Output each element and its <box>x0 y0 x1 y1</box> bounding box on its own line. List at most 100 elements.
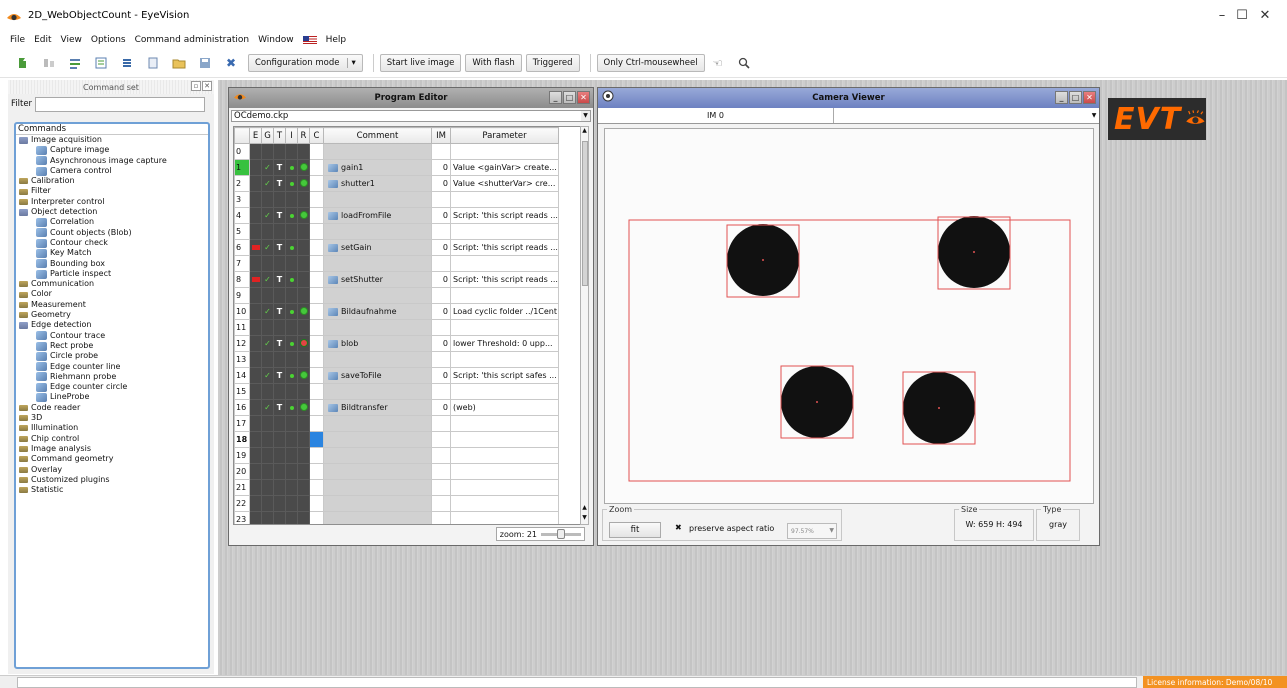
cell-parameter[interactable]: (web) <box>450 399 559 416</box>
table-row[interactable]: 9 <box>234 287 559 304</box>
cell-c[interactable] <box>309 447 324 464</box>
cell-comment[interactable] <box>323 447 432 464</box>
tree-node[interactable]: Calibration <box>16 176 208 186</box>
cell-comment[interactable]: gain1 <box>323 159 432 176</box>
table-row[interactable]: 11 <box>234 319 559 336</box>
cell-im[interactable] <box>431 191 451 208</box>
cell-t[interactable] <box>273 223 286 240</box>
menu-window[interactable]: Window <box>258 35 294 45</box>
cell-c[interactable] <box>309 335 324 352</box>
cell-r[interactable] <box>297 191 310 208</box>
cell-im[interactable] <box>431 495 451 512</box>
tree-root[interactable]: Commands <box>16 124 208 135</box>
tree-node[interactable]: Rect probe <box>16 341 208 351</box>
table-row[interactable]: 7 <box>234 255 559 272</box>
cell-t[interactable]: T <box>273 159 286 176</box>
table-row[interactable]: 23 <box>234 511 559 524</box>
cell-i[interactable] <box>285 367 298 384</box>
cell-r[interactable] <box>297 351 310 368</box>
col-header-g[interactable]: G <box>261 127 274 144</box>
cell-c[interactable] <box>309 399 324 416</box>
cell-comment[interactable]: shutter1 <box>323 175 432 192</box>
cell-parameter[interactable]: Value <shutterVar> cre... <box>450 175 559 192</box>
col-header-e[interactable]: E <box>249 127 262 144</box>
table-row[interactable]: 18 <box>234 431 559 448</box>
cell-comment[interactable] <box>323 479 432 496</box>
tree-node[interactable]: Statistic <box>16 485 208 495</box>
cell-i[interactable] <box>285 383 298 400</box>
tree-node[interactable]: Image analysis <box>16 444 208 454</box>
zoom-slider-knob[interactable] <box>557 528 565 539</box>
cell-r[interactable] <box>297 271 310 288</box>
cell-r[interactable] <box>297 511 310 524</box>
cell-t[interactable]: T <box>273 207 286 224</box>
cell-comment[interactable]: setShutter <box>323 271 432 288</box>
tree-node[interactable]: Illumination <box>16 423 208 433</box>
cell-g[interactable] <box>261 447 274 464</box>
cell-t[interactable] <box>273 351 286 368</box>
tree-node[interactable]: Customized plugins <box>16 475 208 485</box>
cell-parameter[interactable]: Load cyclic folder ../1Cent <box>450 303 559 320</box>
cell-comment[interactable] <box>323 431 432 448</box>
cell-g[interactable]: ✓ <box>261 207 274 224</box>
with-flash-button[interactable]: With flash <box>465 54 522 72</box>
tree-node[interactable]: Key Match <box>16 248 208 258</box>
cell-t[interactable] <box>273 255 286 272</box>
cell-im[interactable]: 0 <box>431 239 451 256</box>
cell-t[interactable] <box>273 479 286 496</box>
cell-enabled[interactable] <box>249 463 262 480</box>
program-grid[interactable]: E G T I R C Comment IM Parameter 0 1 ✓ Tgai… <box>233 126 581 525</box>
cell-c[interactable] <box>309 351 324 368</box>
cell-g[interactable]: ✓ <box>261 175 274 192</box>
table-row[interactable]: 5 <box>234 223 559 240</box>
cell-enabled[interactable] <box>249 271 262 288</box>
cell-g[interactable] <box>261 255 274 272</box>
row-number[interactable]: 2 <box>234 175 250 192</box>
tree-node[interactable]: Command geometry <box>16 454 208 464</box>
col-header-i[interactable]: I <box>285 127 298 144</box>
row-number[interactable]: 15 <box>234 383 250 400</box>
cell-i[interactable] <box>285 287 298 304</box>
cell-im[interactable] <box>431 351 451 368</box>
cell-r[interactable] <box>297 223 310 240</box>
cell-r[interactable] <box>297 319 310 336</box>
menu-edit[interactable]: Edit <box>34 35 51 45</box>
run-icon[interactable] <box>14 54 32 72</box>
cell-parameter[interactable]: Script: 'this script safes ... <box>450 367 559 384</box>
zoom-percent-select[interactable]: 97.57% ▼ <box>787 523 837 539</box>
cell-comment[interactable]: loadFromFile <box>323 207 432 224</box>
cell-r[interactable] <box>297 335 310 352</box>
blob-object[interactable] <box>902 371 976 445</box>
camera-viewer-titlebar[interactable]: Camera Viewer _ □ ✕ <box>598 88 1099 108</box>
cell-im[interactable] <box>431 447 451 464</box>
table-row[interactable]: 19 <box>234 447 559 464</box>
cell-im[interactable]: 0 <box>431 399 451 416</box>
cell-i[interactable] <box>285 479 298 496</box>
tree-node[interactable]: LineProbe <box>16 392 208 403</box>
table-row[interactable]: 13 <box>234 351 559 368</box>
cell-r[interactable] <box>297 463 310 480</box>
cell-comment[interactable] <box>323 223 432 240</box>
cell-t[interactable] <box>273 511 286 524</box>
cell-parameter[interactable] <box>450 463 559 480</box>
tree-node[interactable]: Correlation <box>16 217 208 228</box>
row-number[interactable]: 21 <box>234 479 250 496</box>
cell-c[interactable] <box>309 431 324 448</box>
table-row[interactable]: 6 ✓ TsetGain 0 Script: 'this script reads ..… <box>234 239 559 256</box>
cell-g[interactable] <box>261 511 274 524</box>
table-row[interactable]: 17 <box>234 415 559 432</box>
close-panel-button[interactable]: ✕ <box>202 81 212 91</box>
cell-comment[interactable] <box>323 143 432 160</box>
cell-enabled[interactable] <box>249 191 262 208</box>
cell-r[interactable] <box>297 479 310 496</box>
triggered-button[interactable]: Triggered <box>525 54 580 72</box>
grid-vertical-scrollbar[interactable]: ▲ ▲ ▼ <box>580 126 589 525</box>
cell-i[interactable] <box>285 159 298 176</box>
table-row[interactable]: 22 <box>234 495 559 512</box>
cell-t[interactable] <box>273 495 286 512</box>
sequence-icon[interactable] <box>66 54 84 72</box>
program-editor-titlebar[interactable]: Program Editor _ □ ✕ <box>229 88 593 108</box>
cell-enabled[interactable] <box>249 223 262 240</box>
cell-g[interactable]: ✓ <box>261 399 274 416</box>
cell-i[interactable] <box>285 511 298 524</box>
